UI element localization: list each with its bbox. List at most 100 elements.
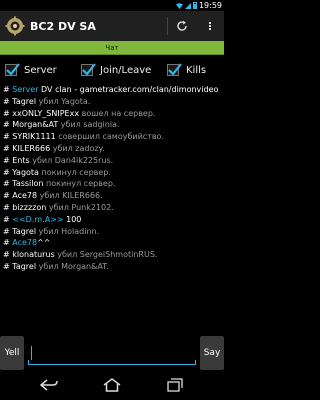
- log-player-name: Tagrel: [12, 261, 37, 271]
- log-line: # klonaturus убил SergeiShmotinRUS.: [3, 249, 221, 261]
- checkmark-icon: [82, 63, 96, 76]
- checkmark-icon: [6, 63, 20, 76]
- app-icon[interactable]: [5, 16, 25, 36]
- log-player-name: Ace78: [12, 238, 38, 248]
- filter-kills[interactable]: Kills: [162, 58, 224, 82]
- wifi-icon: [175, 2, 183, 9]
- signal-icon: [184, 2, 191, 9]
- chat-input[interactable]: [28, 340, 196, 366]
- log-prefix: #: [3, 167, 13, 177]
- log-text: DV clan - gametracker.com/clan/dimonvide…: [38, 85, 219, 94]
- log-player-name: Morgan&AT: [12, 120, 59, 130]
- log-text: ^^: [37, 238, 51, 248]
- log-text: убил Morgan&AT.: [36, 261, 109, 271]
- log-player-name: Yagota: [12, 167, 39, 177]
- log-prefix: #: [3, 143, 13, 153]
- log-text: убил Holadinn.: [36, 226, 100, 236]
- log-text: совершил самоубийство.: [55, 132, 164, 142]
- tab-label: Чат: [105, 43, 119, 52]
- join-leave-checkbox[interactable]: [81, 63, 96, 76]
- log-text: убил SergeiShmotinRUS.: [54, 250, 158, 260]
- log-line: # Tassilon покинул сервер.: [3, 178, 221, 190]
- join-leave-filter-label: Join/Leave: [100, 64, 152, 76]
- log-player-name: Server: [12, 85, 39, 94]
- log-text: 100: [63, 214, 82, 224]
- log-line: # Ents убил Dan4ik225rus.: [3, 155, 221, 167]
- log-line: # Tagrel убил Morgan&AT.: [3, 261, 221, 273]
- log-line: # Tagrel убил Holadinn.: [3, 226, 221, 238]
- server-filter-label: Server: [24, 64, 57, 76]
- log-prefix: #: [3, 202, 13, 212]
- yell-button[interactable]: Yell: [0, 336, 24, 370]
- log-line: # <<D.m.A>> 100: [3, 214, 221, 226]
- log-prefix: #: [3, 179, 13, 189]
- log-prefix: #: [3, 191, 13, 201]
- log-player-name: Ace78: [12, 191, 38, 201]
- log-player-name: xxONLY_SNIPExx: [12, 108, 80, 118]
- log-line: # Ace78 убил KILER666.: [3, 190, 221, 202]
- input-tick-left: [28, 360, 29, 365]
- input-underline: [28, 364, 196, 365]
- recent-apps-icon: [166, 378, 183, 392]
- overflow-menu-button[interactable]: [196, 11, 224, 41]
- log-player-name: Ents: [12, 155, 30, 165]
- back-button[interactable]: [34, 370, 64, 400]
- log-text: убил Yagota.: [36, 96, 91, 106]
- recent-apps-button[interactable]: [160, 370, 190, 400]
- log-prefix: #: [3, 261, 13, 271]
- log-player-name: <<D.m.A>>: [12, 214, 64, 224]
- status-clock: 19:59: [198, 1, 222, 10]
- server-checkbox[interactable]: [5, 63, 20, 76]
- log-text: убил KILER666.: [37, 191, 103, 201]
- log-player-name: KILER666: [12, 143, 51, 153]
- refresh-icon: [177, 20, 187, 31]
- log-line: # Server DV clan - gametracker.com/clan/…: [3, 84, 221, 96]
- log-line: # bizzzzon убил Punk2102.: [3, 202, 221, 214]
- log-line: # xxONLY_SNIPExx вошел на сервер.: [3, 108, 221, 120]
- chat-log[interactable]: # Server DV clan - gametracker.com/clan/…: [3, 84, 221, 334]
- log-prefix: #: [3, 238, 13, 248]
- action-bar: BC2 DV SA: [0, 11, 224, 41]
- say-button[interactable]: Say: [200, 336, 224, 370]
- log-prefix: #: [3, 214, 13, 224]
- log-prefix: #: [3, 85, 13, 94]
- refresh-button[interactable]: [168, 11, 196, 41]
- filter-bar: Server Join/Leave Kills: [0, 58, 224, 82]
- chat-tab[interactable]: Чат: [0, 41, 224, 55]
- log-prefix: #: [3, 96, 13, 106]
- log-player-name: klonaturus: [12, 250, 55, 260]
- log-line: # Morgan&AT убил sadginia.: [3, 119, 221, 131]
- log-text: убил Dan4ik225rus.: [29, 155, 114, 165]
- log-player-name: Tagrel: [12, 96, 37, 106]
- input-tick-right: [195, 360, 196, 365]
- log-line: # KILER666 убил zadozy.: [3, 143, 221, 155]
- overflow-menu-icon: [209, 21, 211, 31]
- kills-filter-label: Kills: [186, 64, 207, 76]
- log-text: убил sadginia.: [58, 120, 120, 130]
- home-button[interactable]: [97, 370, 127, 400]
- log-prefix: #: [3, 108, 13, 118]
- log-player-name: Tassilon: [12, 179, 44, 189]
- log-prefix: #: [3, 132, 13, 142]
- log-player-name: SYRIK1111: [12, 132, 56, 142]
- home-icon: [103, 378, 121, 392]
- input-bar: Yell Say: [0, 336, 224, 370]
- log-text: покинул сервер.: [43, 179, 116, 189]
- battery-icon: [192, 2, 197, 9]
- log-text: покинул сервер.: [38, 167, 111, 177]
- log-line: # SYRIK1111 совершил самоубийство.: [3, 131, 221, 143]
- kills-checkbox[interactable]: [167, 63, 182, 76]
- navigation-bar: [0, 370, 224, 400]
- log-prefix: #: [3, 226, 13, 236]
- status-bar: 19:59: [0, 0, 224, 11]
- log-player-name: bizzzzon: [12, 202, 47, 212]
- log-text: убил zadozy.: [50, 143, 105, 153]
- back-icon: [40, 379, 59, 391]
- status-icons: 19:59: [175, 0, 222, 11]
- log-line: # Ace78^^: [3, 237, 221, 249]
- filter-join-leave[interactable]: Join/Leave: [76, 58, 162, 82]
- text-cursor: [31, 346, 32, 360]
- log-line: # Tagrel убил Yagota.: [3, 96, 221, 108]
- filter-server[interactable]: Server: [0, 58, 76, 82]
- log-player-name: Tagrel: [12, 226, 37, 236]
